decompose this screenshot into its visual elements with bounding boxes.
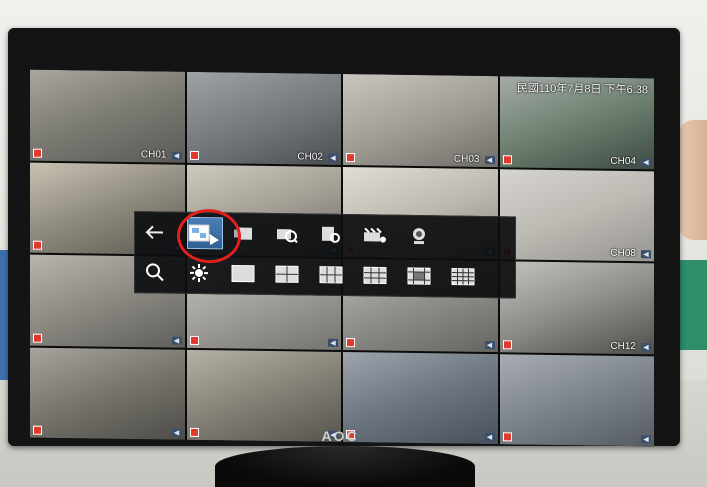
arrow-icon: ◀ — [171, 336, 182, 345]
layout-13-icon[interactable] — [405, 264, 433, 288]
back-icon[interactable] — [141, 220, 169, 244]
ptz-camera-icon[interactable] — [405, 224, 433, 248]
monitor-brand-logo: AOC — [321, 428, 359, 444]
channel-label: CH01 — [140, 148, 167, 161]
record-icon — [33, 148, 42, 158]
menu-row-2 — [141, 260, 493, 289]
arrow-icon: ◀ — [171, 151, 182, 160]
person-arm — [679, 120, 707, 240]
monitor-stand — [215, 446, 475, 487]
record-icon — [346, 152, 355, 162]
channel-label: CH12 — [610, 340, 636, 352]
camera-tile-ch12[interactable]: CH12 ◀ — [499, 261, 654, 354]
record-icon — [189, 427, 199, 437]
arrow-icon: ◀ — [641, 250, 651, 259]
camera-tile-ch13[interactable]: ◀ — [30, 347, 185, 440]
arrow-icon: ◀ — [641, 157, 651, 166]
datetime-overlay: 民國110年7月8日 下午6:38 — [516, 82, 648, 97]
settings-icon[interactable] — [185, 261, 213, 285]
channel-label: CH02 — [297, 150, 323, 163]
camera-tile-ch02[interactable]: CH02 ◀ — [186, 71, 341, 165]
arrow-icon: ◀ — [484, 432, 495, 442]
arrow-icon: ◀ — [484, 340, 495, 349]
channel-label: CH08 — [610, 247, 636, 260]
arrow-icon: ◀ — [641, 342, 651, 351]
record-icon — [33, 333, 42, 343]
layout-4-icon[interactable] — [273, 262, 301, 286]
arrow-icon: ◀ — [484, 155, 495, 164]
arrow-icon: ◀ — [171, 428, 182, 437]
quick-menu — [134, 208, 516, 299]
camera-tile-ch03[interactable]: CH03 ◀ — [343, 74, 498, 167]
camera-tile-ch08[interactable]: CH08 ◀ — [499, 168, 654, 262]
record-icon — [189, 335, 199, 345]
record-icon — [33, 425, 42, 435]
record-icon — [502, 432, 512, 442]
backup-icon[interactable] — [317, 223, 345, 247]
channel-label: CH03 — [453, 153, 480, 165]
record-icon — [189, 150, 199, 160]
sequence-icon[interactable] — [361, 223, 389, 247]
channel-label: CH04 — [610, 155, 636, 167]
arrow-icon: ◀ — [641, 435, 651, 444]
zoom-icon[interactable] — [141, 260, 169, 284]
arrow-icon: ◀ — [328, 153, 338, 162]
layout-1-icon[interactable] — [229, 261, 257, 285]
dvr-screen: CH01◀ CH02◀ CH03◀ CH04◀ ◀ ◀ ◀ CH08◀ ◀ ◀ … — [30, 69, 654, 447]
event-search-icon[interactable] — [273, 222, 301, 246]
record-icon — [346, 337, 355, 347]
layout-16-icon[interactable] — [449, 264, 477, 288]
arrow-icon: ◀ — [328, 338, 338, 347]
camera-tile-ch01[interactable]: CH01 ◀ — [30, 69, 185, 163]
layout-9-icon[interactable] — [361, 263, 389, 287]
record-icon — [33, 240, 42, 250]
record-icon — [502, 339, 512, 349]
camera-tile-ch16[interactable]: ◀ — [499, 353, 654, 447]
record-icon — [502, 154, 512, 164]
layout-6-icon[interactable] — [317, 263, 345, 287]
green-object — [677, 260, 707, 350]
